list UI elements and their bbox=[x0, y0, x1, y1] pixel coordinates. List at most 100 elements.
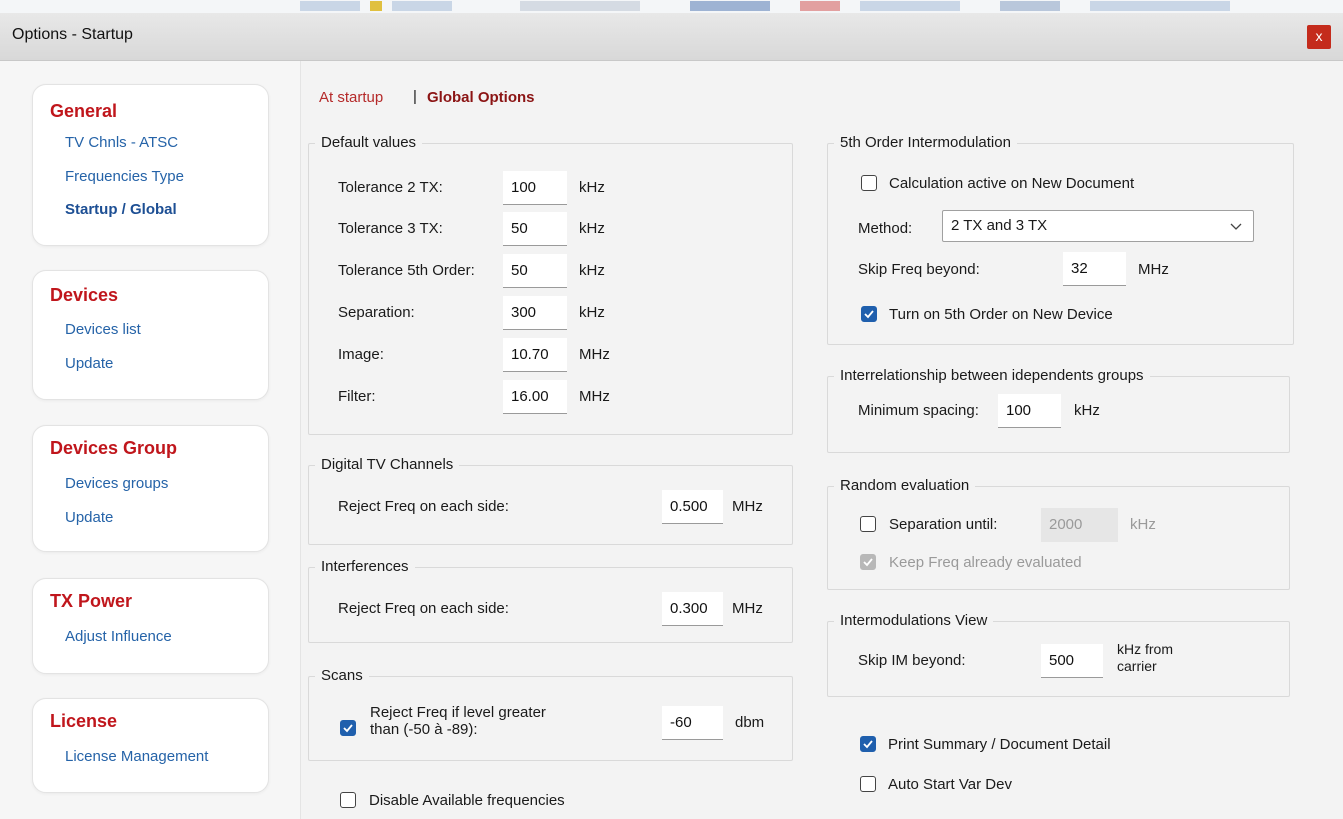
minimum-spacing-label: Minimum spacing: bbox=[858, 402, 979, 419]
method-select[interactable]: 2 TX and 3 TX bbox=[942, 210, 1254, 242]
checkmark-icon bbox=[864, 310, 874, 319]
image-unit: MHz bbox=[579, 346, 610, 363]
random-evaluation-group: Random evaluation Separation until: 2000… bbox=[827, 477, 1290, 590]
tolerance-5th-order-unit: kHz bbox=[579, 262, 605, 279]
separation-until-unit: kHz bbox=[1130, 516, 1156, 533]
skip-freq-input[interactable]: 32 bbox=[1063, 252, 1126, 286]
nav-item-tv-chnls-atsc[interactable]: TV Chnls - ATSC bbox=[65, 134, 178, 151]
disable-available-checkbox[interactable] bbox=[340, 792, 356, 808]
background-window-strip bbox=[0, 0, 1343, 13]
keep-freq-label: Keep Freq already evaluated bbox=[889, 554, 1082, 571]
skip-im-unit-line2: carrier bbox=[1117, 658, 1157, 674]
random-evaluation-legend: Random evaluation bbox=[834, 477, 976, 494]
method-label: Method: bbox=[858, 220, 913, 237]
nav-item-devices-group-update[interactable]: Update bbox=[65, 509, 113, 526]
tolerance-2tx-input[interactable]: 100 bbox=[503, 171, 567, 205]
turn-on-5th-order-label: Turn on 5th Order on New Device bbox=[889, 306, 1113, 323]
separation-unit: kHz bbox=[579, 304, 605, 321]
scans-group: Scans Reject Freq if level greater than … bbox=[308, 667, 793, 761]
auto-start-label: Auto Start Var Dev bbox=[888, 776, 1012, 793]
nav-item-startup-global[interactable]: Startup / Global bbox=[65, 201, 177, 218]
title-bar: Options - Startup bbox=[0, 13, 1343, 61]
interferences-reject-input[interactable]: 0.300 bbox=[662, 592, 723, 626]
separation-until-label: Separation until: bbox=[889, 516, 998, 533]
scans-level-input[interactable]: -60 bbox=[662, 706, 723, 740]
tab-global-options[interactable]: Global Options bbox=[427, 89, 535, 106]
image-label: Image: bbox=[338, 346, 384, 363]
nav-card-general: General TV Chnls - ATSC Frequencies Type… bbox=[32, 84, 269, 246]
interferences-reject-unit: MHz bbox=[732, 600, 763, 617]
scans-legend: Scans bbox=[315, 667, 369, 684]
tolerance-5th-order-input[interactable]: 50 bbox=[503, 254, 567, 288]
scans-reject-label-line1: Reject Freq if level greater bbox=[370, 704, 546, 721]
skip-freq-unit: MHz bbox=[1138, 261, 1169, 278]
tolerance-2tx-unit: kHz bbox=[579, 179, 605, 196]
digital-tv-reject-label: Reject Freq on each side: bbox=[338, 498, 509, 515]
checkmark-icon bbox=[863, 558, 873, 567]
nav-item-adjust-influence[interactable]: Adjust Influence bbox=[65, 628, 172, 645]
separation-until-input[interactable]: 2000 bbox=[1041, 508, 1118, 542]
interferences-legend: Interferences bbox=[315, 558, 415, 575]
method-select-value: 2 TX and 3 TX bbox=[951, 217, 1048, 234]
print-summary-label: Print Summary / Document Detail bbox=[888, 736, 1111, 753]
fifth-order-legend: 5th Order Intermodulation bbox=[834, 134, 1017, 151]
nav-heading-devices-group: Devices Group bbox=[50, 438, 178, 458]
checkmark-icon bbox=[863, 740, 873, 749]
minimum-spacing-input[interactable]: 100 bbox=[998, 394, 1061, 428]
calc-active-checkbox[interactable] bbox=[861, 175, 877, 191]
options-main-panel: At startup | Global Options Default valu… bbox=[301, 61, 1343, 819]
checkmark-icon bbox=[343, 724, 353, 733]
interferences-group: Interferences Reject Freq on each side: … bbox=[308, 558, 793, 643]
tolerance-5th-order-label: Tolerance 5th Order: bbox=[338, 262, 475, 279]
filter-input[interactable]: 16.00 bbox=[503, 380, 567, 414]
skip-im-unit-line1: kHz from bbox=[1117, 641, 1173, 657]
calc-active-label: Calculation active on New Document bbox=[889, 175, 1135, 192]
nav-item-frequencies-type[interactable]: Frequencies Type bbox=[65, 168, 184, 185]
skip-im-input[interactable]: 500 bbox=[1041, 644, 1103, 678]
tab-at-startup[interactable]: At startup bbox=[319, 89, 383, 106]
nav-card-devices: Devices Devices list Update bbox=[32, 270, 269, 400]
digital-tv-reject-input[interactable]: 0.500 bbox=[662, 490, 723, 524]
separation-until-checkbox[interactable] bbox=[860, 516, 876, 532]
chevron-down-icon bbox=[1230, 223, 1242, 230]
image-input[interactable]: 10.70 bbox=[503, 338, 567, 372]
nav-item-license-management[interactable]: License Management bbox=[65, 748, 208, 765]
nav-item-devices-groups[interactable]: Devices groups bbox=[65, 475, 168, 492]
fifth-order-group: 5th Order Intermodulation Calculation ac… bbox=[827, 134, 1294, 345]
skip-im-unit: kHz from carrier bbox=[1117, 641, 1173, 675]
tab-separator: | bbox=[413, 88, 417, 105]
disable-available-label: Disable Available frequencies bbox=[369, 792, 565, 809]
auto-start-checkbox[interactable] bbox=[860, 776, 876, 792]
nav-heading-devices: Devices bbox=[50, 285, 119, 305]
options-navigation: General TV Chnls - ATSC Frequencies Type… bbox=[0, 61, 301, 819]
default-values-legend: Default values bbox=[315, 134, 423, 151]
close-icon: x bbox=[1315, 28, 1323, 44]
turn-on-5th-order-checkbox[interactable] bbox=[861, 306, 877, 322]
nav-heading-tx-power: TX Power bbox=[50, 591, 133, 611]
tolerance-2tx-label: Tolerance 2 TX: bbox=[338, 179, 443, 196]
digital-tv-channels-group: Digital TV Channels Reject Freq on each … bbox=[308, 456, 793, 545]
digital-tv-reject-unit: MHz bbox=[732, 498, 763, 515]
filter-unit: MHz bbox=[579, 388, 610, 405]
scans-reject-label-line2: than (-50 à -89): bbox=[370, 721, 478, 738]
interrelationship-legend: Interrelationship between idependents gr… bbox=[834, 367, 1150, 384]
scans-reject-checkbox[interactable] bbox=[340, 720, 356, 736]
separation-input[interactable]: 300 bbox=[503, 296, 567, 330]
intermodulations-view-group: Intermodulations View Skip IM beyond: 50… bbox=[827, 612, 1290, 697]
interferences-reject-label: Reject Freq on each side: bbox=[338, 600, 509, 617]
scans-level-unit: dbm bbox=[735, 714, 765, 731]
nav-card-tx-power: TX Power Adjust Influence bbox=[32, 578, 269, 674]
filter-label: Filter: bbox=[338, 388, 376, 405]
nav-item-devices-list[interactable]: Devices list bbox=[65, 321, 141, 338]
nav-card-devices-group: Devices Group Devices groups Update bbox=[32, 425, 269, 552]
nav-item-devices-update[interactable]: Update bbox=[65, 355, 113, 372]
nav-heading-license: License bbox=[50, 711, 118, 731]
skip-freq-label: Skip Freq beyond: bbox=[858, 261, 980, 278]
close-button[interactable]: x bbox=[1307, 25, 1331, 49]
print-summary-checkbox[interactable] bbox=[860, 736, 876, 752]
tolerance-3tx-unit: kHz bbox=[579, 220, 605, 237]
keep-freq-checkbox[interactable] bbox=[860, 554, 876, 570]
digital-tv-channels-legend: Digital TV Channels bbox=[315, 456, 460, 473]
tolerance-3tx-input[interactable]: 50 bbox=[503, 212, 567, 246]
scans-reject-label: Reject Freq if level greater than (-50 à… bbox=[370, 704, 546, 738]
